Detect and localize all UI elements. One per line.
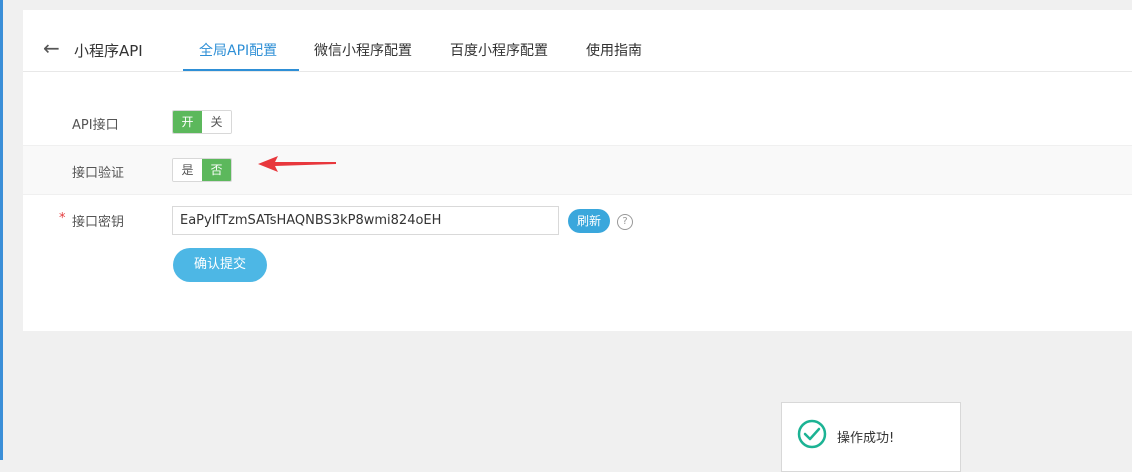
interface-verification-toggle[interactable]: 是 否: [172, 158, 232, 182]
page-header: ← 小程序API 全局API配置 微信小程序配置 百度小程序配置 使用指南: [23, 10, 1132, 72]
help-icon[interactable]: ?: [617, 214, 633, 230]
page-title: 小程序API: [74, 42, 143, 60]
tab-baidu-miniprogram-config[interactable]: 百度小程序配置: [450, 40, 548, 60]
refresh-button[interactable]: 刷新: [568, 209, 610, 233]
tab-global-api-config[interactable]: 全局API配置: [199, 40, 277, 60]
verification-yes-option[interactable]: 是: [173, 159, 202, 181]
required-asterisk: *: [59, 211, 66, 226]
api-interface-label: API接口: [72, 118, 119, 133]
back-arrow-icon[interactable]: ←: [43, 38, 60, 58]
tab-usage-guide[interactable]: 使用指南: [586, 40, 642, 60]
verification-no-option[interactable]: 否: [202, 159, 231, 181]
active-tab-indicator: [183, 69, 299, 71]
check-circle-icon: [797, 419, 827, 449]
api-interface-toggle[interactable]: 开 关: [172, 110, 232, 134]
toast-message: 操作成功!: [837, 431, 895, 446]
left-window-edge: [0, 0, 3, 460]
tab-wechat-miniprogram-config[interactable]: 微信小程序配置: [314, 40, 412, 60]
api-interface-off-option[interactable]: 关: [202, 111, 231, 133]
success-toast: 操作成功!: [781, 402, 961, 472]
interface-secret-input[interactable]: EaPyIfTzmSATsHAQNBS3kP8wmi824oEH: [172, 206, 559, 235]
api-interface-on-option[interactable]: 开: [173, 111, 202, 133]
red-annotation-arrow-icon: [258, 156, 336, 172]
interface-verification-label: 接口验证: [72, 166, 125, 181]
interface-secret-label: 接口密钥: [72, 215, 125, 230]
submit-button[interactable]: 确认提交: [173, 248, 267, 282]
